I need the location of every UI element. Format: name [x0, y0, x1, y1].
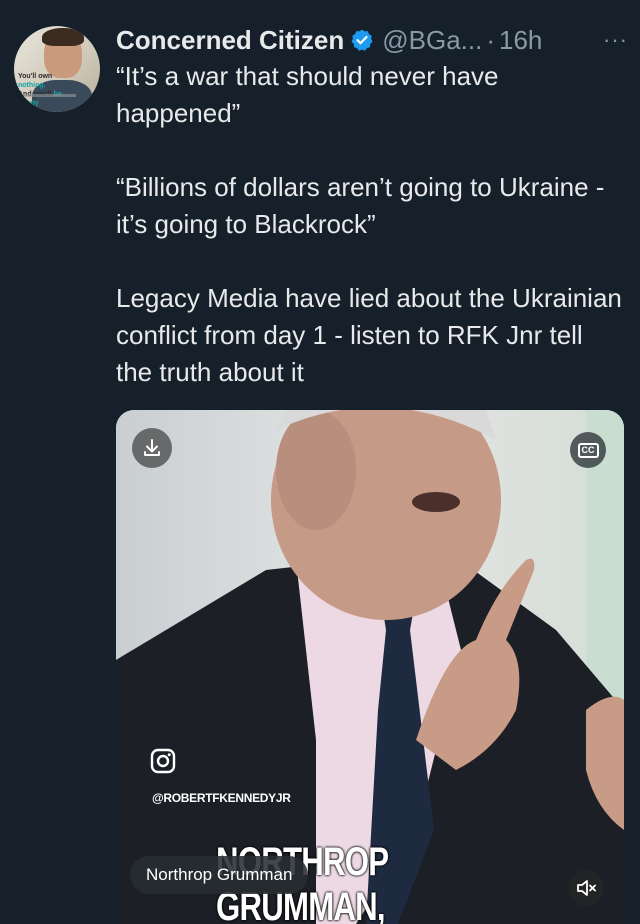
author-handle[interactable]: @BGa...	[382, 25, 482, 56]
tweet[interactable]: You'll own nothing. And you'll be happy …	[0, 0, 640, 924]
mute-button[interactable]	[568, 870, 604, 906]
avatar-caption-1b: nothing.	[18, 82, 46, 89]
tweet-paragraph-1: “It’s a war that should never have happe…	[116, 61, 499, 128]
tweet-header: Concerned Citizen @BGa... · 16h ···	[116, 20, 630, 60]
author-name[interactable]: Concerned Citizen	[116, 25, 344, 56]
tweet-paragraph-3: Legacy Media have lied about the Ukraini…	[116, 283, 622, 387]
download-button[interactable]	[132, 428, 172, 468]
tweet-text: “It’s a war that should never have happe…	[116, 58, 626, 391]
media-label[interactable]: Northrop Grumman	[130, 856, 309, 894]
avatar-caption: You'll own nothing. And you'll be happy	[18, 72, 78, 108]
tweet-paragraph-2: “Billions of dollars aren’t going to Ukr…	[116, 172, 605, 239]
closed-captions-icon: CC	[577, 442, 599, 458]
instagram-icon	[150, 748, 176, 774]
avatar-caption-1a: You'll own	[18, 73, 53, 80]
timestamp[interactable]: 16h	[499, 25, 542, 56]
verified-badge-icon	[350, 28, 374, 52]
download-icon	[144, 439, 160, 456]
separator-dot: ·	[486, 24, 496, 55]
mute-icon	[577, 880, 596, 896]
avatar[interactable]: You'll own nothing. And you'll be happy	[14, 26, 100, 112]
video-player[interactable]: CC @ROBERTFKENNEDYJR NORTHROP GRUMMAN, N…	[116, 410, 624, 924]
avatar-fine-print	[20, 94, 76, 97]
avatar-hair	[42, 28, 84, 46]
more-options-icon[interactable]: ···	[603, 27, 630, 53]
instagram-watermark: @ROBERTFKENNEDYJR	[152, 791, 291, 805]
closed-captions-button[interactable]: CC	[570, 432, 606, 468]
